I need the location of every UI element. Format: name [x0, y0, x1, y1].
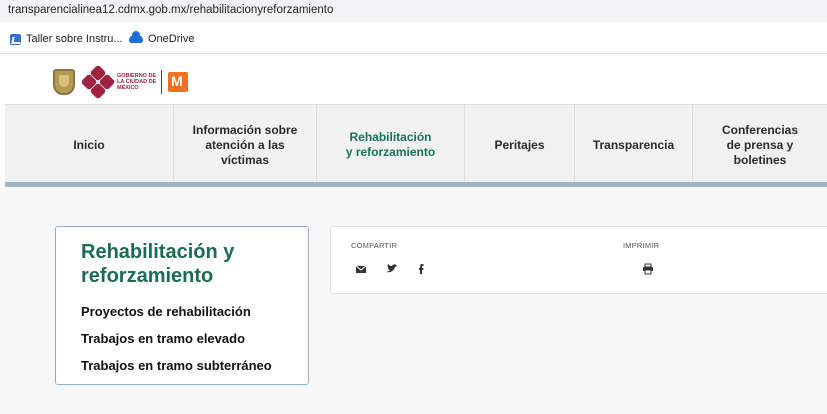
share-toolbar: COMPARTIR IMPRIMIR [330, 226, 827, 294]
bookmarks-bar: Taller sobre Instru... OneDrive [0, 22, 827, 54]
bookmark-onedrive[interactable]: OneDrive [129, 31, 195, 46]
bookmark-label: OneDrive [148, 33, 195, 45]
address-bar[interactable]: transparencialinea12.cdmx.gob.mx/rehabil… [0, 0, 827, 22]
nav-item-label: Rehabilitación y reforzamiento [345, 130, 436, 159]
print-label: IMPRIMIR [623, 241, 660, 250]
nav-item-transparencia[interactable]: Transparencia [574, 105, 692, 185]
site-logos[interactable]: GOBIERNO DE LA CIUDAD DE MÉXICO [53, 64, 188, 100]
metro-logo [168, 72, 188, 92]
cloud-icon [129, 31, 143, 43]
nav-item-atencion-victimas[interactable]: Información sobre atención a las víctima… [173, 105, 316, 185]
logo-divider [161, 70, 162, 94]
section-menu-card: Rehabilitación y reforzamiento Proyectos… [55, 226, 309, 385]
nav-item-label: Conferencias de prensa y boletines [721, 122, 799, 167]
nav-item-conferencias[interactable]: Conferencias de prensa y boletines [692, 105, 827, 185]
cdmx-logo-text: GOBIERNO DE LA CIUDAD DE MÉXICO [117, 73, 157, 91]
document-icon [10, 33, 21, 45]
mail-icon[interactable] [355, 263, 367, 275]
nav-bottom-border [5, 182, 827, 187]
share-label: COMPARTIR [351, 241, 398, 250]
link-proyectos-rehabilitacion[interactable]: Proyectos de rehabilitación [81, 304, 251, 319]
cdmx-emblem-icon [80, 64, 116, 100]
facebook-icon[interactable] [415, 263, 427, 275]
coat-of-arms-logo [53, 69, 75, 95]
bookmark-label: Taller sobre Instru... [26, 33, 123, 45]
nav-item-peritajes[interactable]: Peritajes [464, 105, 574, 185]
nav-item-rehabilitacion[interactable]: Rehabilitación y reforzamiento [316, 105, 464, 185]
nav-item-inicio[interactable]: Inicio [5, 105, 173, 185]
main-nav: Inicio Información sobre atención a las … [5, 104, 827, 185]
section-title: Rehabilitación y reforzamiento [81, 241, 235, 287]
twitter-icon[interactable] [386, 263, 398, 275]
link-tramo-subterraneo[interactable]: Trabajos en tramo subterráneo [81, 358, 272, 373]
url-text[interactable]: transparencialinea12.cdmx.gob.mx/rehabil… [8, 4, 333, 16]
bookmark-taller[interactable]: Taller sobre Instru... [10, 32, 123, 46]
nav-item-label: Información sobre atención a las víctima… [192, 122, 298, 167]
print-icon[interactable] [642, 263, 654, 275]
link-tramo-elevado[interactable]: Trabajos en tramo elevado [81, 331, 245, 346]
